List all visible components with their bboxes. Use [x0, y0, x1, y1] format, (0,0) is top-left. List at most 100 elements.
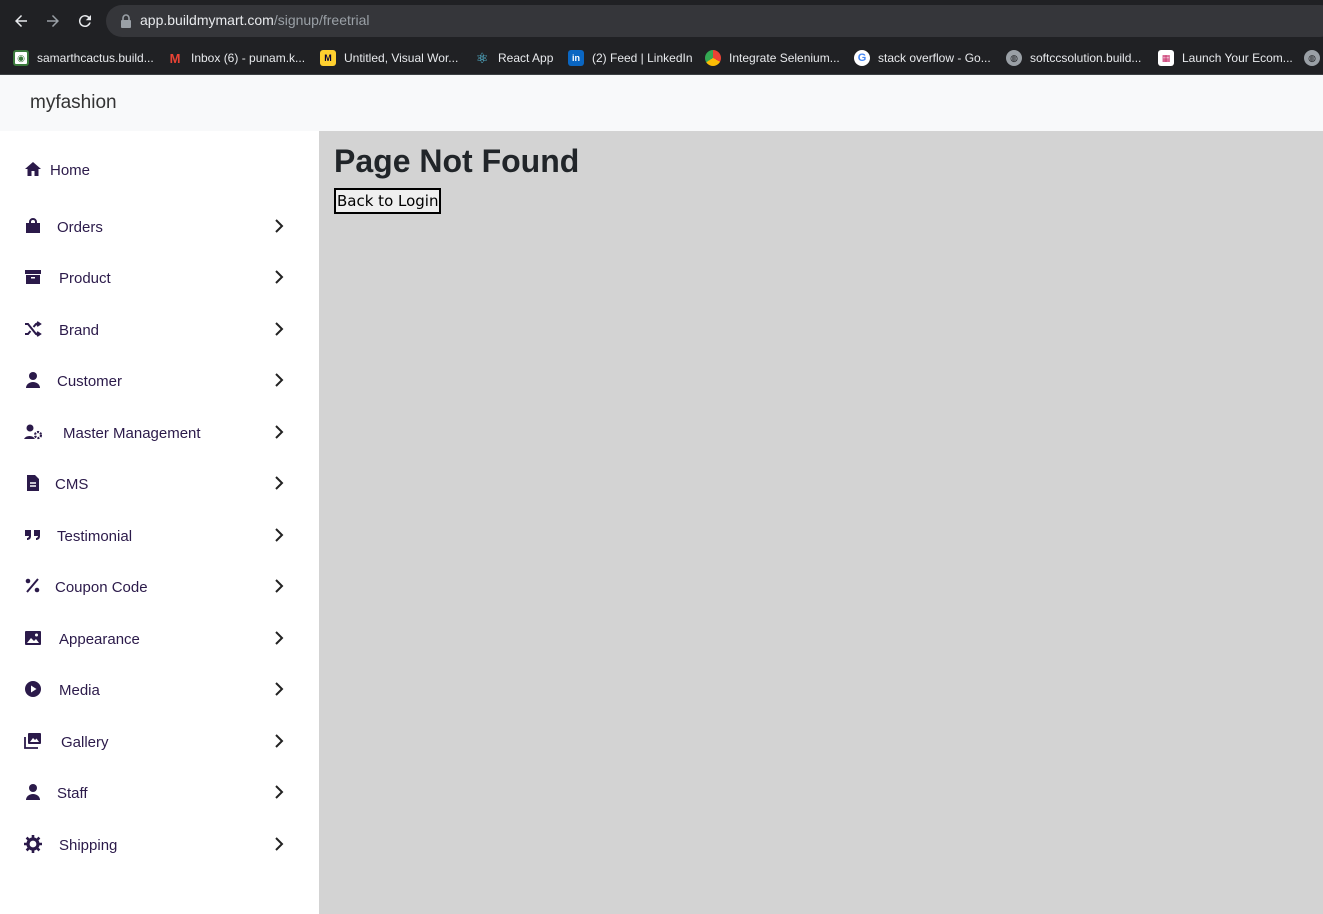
percent-icon	[25, 578, 40, 593]
bookmark-item[interactable]: Integrate Selenium...	[705, 48, 840, 68]
chevron-right-icon	[275, 579, 284, 593]
forward-icon[interactable]	[41, 9, 65, 33]
globe-favicon-icon: ◍	[1006, 50, 1022, 66]
user-icon	[26, 784, 40, 800]
react-favicon-icon: ⚛	[475, 49, 489, 66]
bookmark-item[interactable]: ◉ samarthcactus.build...	[13, 48, 154, 68]
sidebar-item-label: Shipping	[59, 837, 118, 854]
play-circle-icon	[25, 681, 41, 697]
sidebar-item-label: Gallery	[61, 734, 109, 751]
sidebar-item-label: Coupon Code	[55, 579, 148, 596]
app-header: myfashion	[0, 75, 1323, 131]
page-title: Page Not Found	[334, 143, 580, 179]
sidebar-item-orders[interactable]: Orders	[0, 207, 319, 247]
sidebar-item-staff[interactable]: Staff	[0, 773, 319, 813]
sidebar-item-label: Staff	[57, 785, 88, 802]
gmail-favicon-icon: M	[169, 50, 181, 66]
images-icon	[24, 733, 41, 749]
bookmark-label: Inbox (6) - punam.k...	[191, 51, 306, 65]
sidebar-item-media[interactable]: Media	[0, 670, 319, 710]
image-icon	[25, 631, 41, 645]
chevron-right-icon	[275, 373, 284, 387]
bookmarks-bar: ◉ samarthcactus.build... M Inbox (6) - p…	[0, 42, 1323, 75]
chevron-right-icon	[275, 322, 284, 336]
chevron-right-icon	[275, 785, 284, 799]
url-text[interactable]: app.buildmymart.com/signup/freetrial	[140, 12, 370, 28]
bookmark-label: Launch Your Ecom...	[1182, 51, 1293, 65]
chrome-favicon-icon	[705, 50, 721, 66]
sidebar-item-label: Orders	[57, 219, 103, 236]
bookmark-item[interactable]: M Inbox (6) - punam.k...	[167, 48, 305, 68]
chevron-right-icon	[275, 734, 284, 748]
bookmark-label: samarthcactus.build...	[37, 51, 154, 65]
archive-box-icon	[25, 270, 41, 284]
chevron-right-icon	[275, 219, 284, 233]
lock-icon	[121, 14, 131, 28]
chevron-right-icon	[275, 682, 284, 696]
home-icon	[25, 162, 41, 176]
sidebar-item-label: Home	[50, 162, 91, 179]
sidebar-item-label: Customer	[57, 373, 123, 390]
gear-icon	[24, 835, 42, 853]
shuffle-icon	[25, 321, 42, 337]
sidebar-item-testimonial[interactable]: Testimonial	[0, 516, 319, 556]
bookmark-label: stack overflow - Go...	[878, 51, 991, 65]
reload-icon[interactable]	[73, 9, 97, 33]
quote-icon	[25, 530, 40, 540]
sidebar-item-shipping[interactable]: Shipping	[0, 825, 319, 865]
globe-favicon-icon: ◍	[1304, 50, 1320, 66]
bookmark-item[interactable]: in (2) Feed | LinkedIn	[568, 48, 693, 68]
linkedin-favicon-icon: in	[568, 50, 584, 66]
sidebar-item-gallery[interactable]: Gallery	[0, 722, 319, 762]
user-icon	[26, 372, 40, 388]
url-path: /signup/freetrial	[273, 12, 370, 28]
user-gear-icon	[24, 424, 42, 440]
bookmark-item[interactable]: ◍ softccsolution.build...	[1006, 48, 1141, 68]
chevron-right-icon	[275, 425, 284, 439]
main-content: Page Not Found Back to Login	[319, 131, 1323, 914]
sidebar-item-label: Master Management	[63, 425, 201, 442]
cactus-favicon-icon: ◉	[13, 50, 29, 66]
sidebar-item-label: CMS	[55, 476, 89, 493]
sidebar-item-home[interactable]: Home	[0, 150, 319, 190]
sidebar-item-customer[interactable]: Customer	[0, 361, 319, 401]
sidebar-item-appearance[interactable]: Appearance	[0, 619, 319, 659]
store-favicon-icon: ▦	[1158, 50, 1174, 66]
bookmark-label: (2) Feed | LinkedIn	[592, 51, 693, 65]
bookmark-item[interactable]: ⚛ React App	[474, 48, 554, 68]
sidebar-item-master-management[interactable]: Master Management	[0, 413, 319, 453]
bookmark-label: softccsolution.build...	[1030, 51, 1142, 65]
sidebar-item-brand[interactable]: Brand	[0, 310, 319, 350]
sidebar-nav: Home Orders Product Brand Customer Maste…	[0, 131, 319, 914]
back-icon[interactable]	[9, 9, 33, 33]
chevron-right-icon	[275, 631, 284, 645]
bookmark-label: React App	[498, 51, 554, 65]
sidebar-item-label: Appearance	[59, 631, 140, 648]
sidebar-item-coupon-code[interactable]: Coupon Code	[0, 567, 319, 607]
sidebar-item-label: Media	[59, 682, 100, 699]
google-favicon-icon: G	[854, 50, 870, 66]
more-bookmarks-button[interactable]: ◍	[1304, 48, 1323, 68]
chevron-right-icon	[275, 837, 284, 851]
chevron-right-icon	[275, 476, 284, 490]
url-host: app.buildmymart.com	[140, 12, 274, 28]
chevron-right-icon	[275, 528, 284, 542]
back-to-login-button[interactable]: Back to Login	[334, 188, 442, 214]
bookmark-label: Untitled, Visual Wor...	[344, 51, 459, 65]
browser-toolbar: app.buildmymart.com/signup/freetrial	[0, 0, 1323, 42]
sidebar-item-label: Testimonial	[57, 528, 133, 545]
bookmark-item[interactable]: ▦ Launch Your Ecom...	[1158, 48, 1293, 68]
miro-favicon-icon: M	[320, 50, 336, 66]
sidebar-item-label: Product	[59, 270, 111, 287]
brand-name[interactable]: myfashion	[30, 92, 117, 114]
bookmark-label: Integrate Selenium...	[729, 51, 840, 65]
shopping-bag-icon	[26, 218, 40, 233]
address-bar[interactable]: app.buildmymart.com/signup/freetrial	[106, 5, 1323, 37]
sidebar-item-cms[interactable]: CMS	[0, 464, 319, 504]
chevron-right-icon	[275, 270, 284, 284]
bookmark-item[interactable]: G stack overflow - Go...	[854, 48, 991, 68]
sidebar-item-product[interactable]: Product	[0, 258, 319, 298]
bookmark-item[interactable]: M Untitled, Visual Wor...	[320, 48, 458, 68]
document-icon	[27, 475, 39, 491]
sidebar-item-label: Brand	[59, 322, 100, 339]
